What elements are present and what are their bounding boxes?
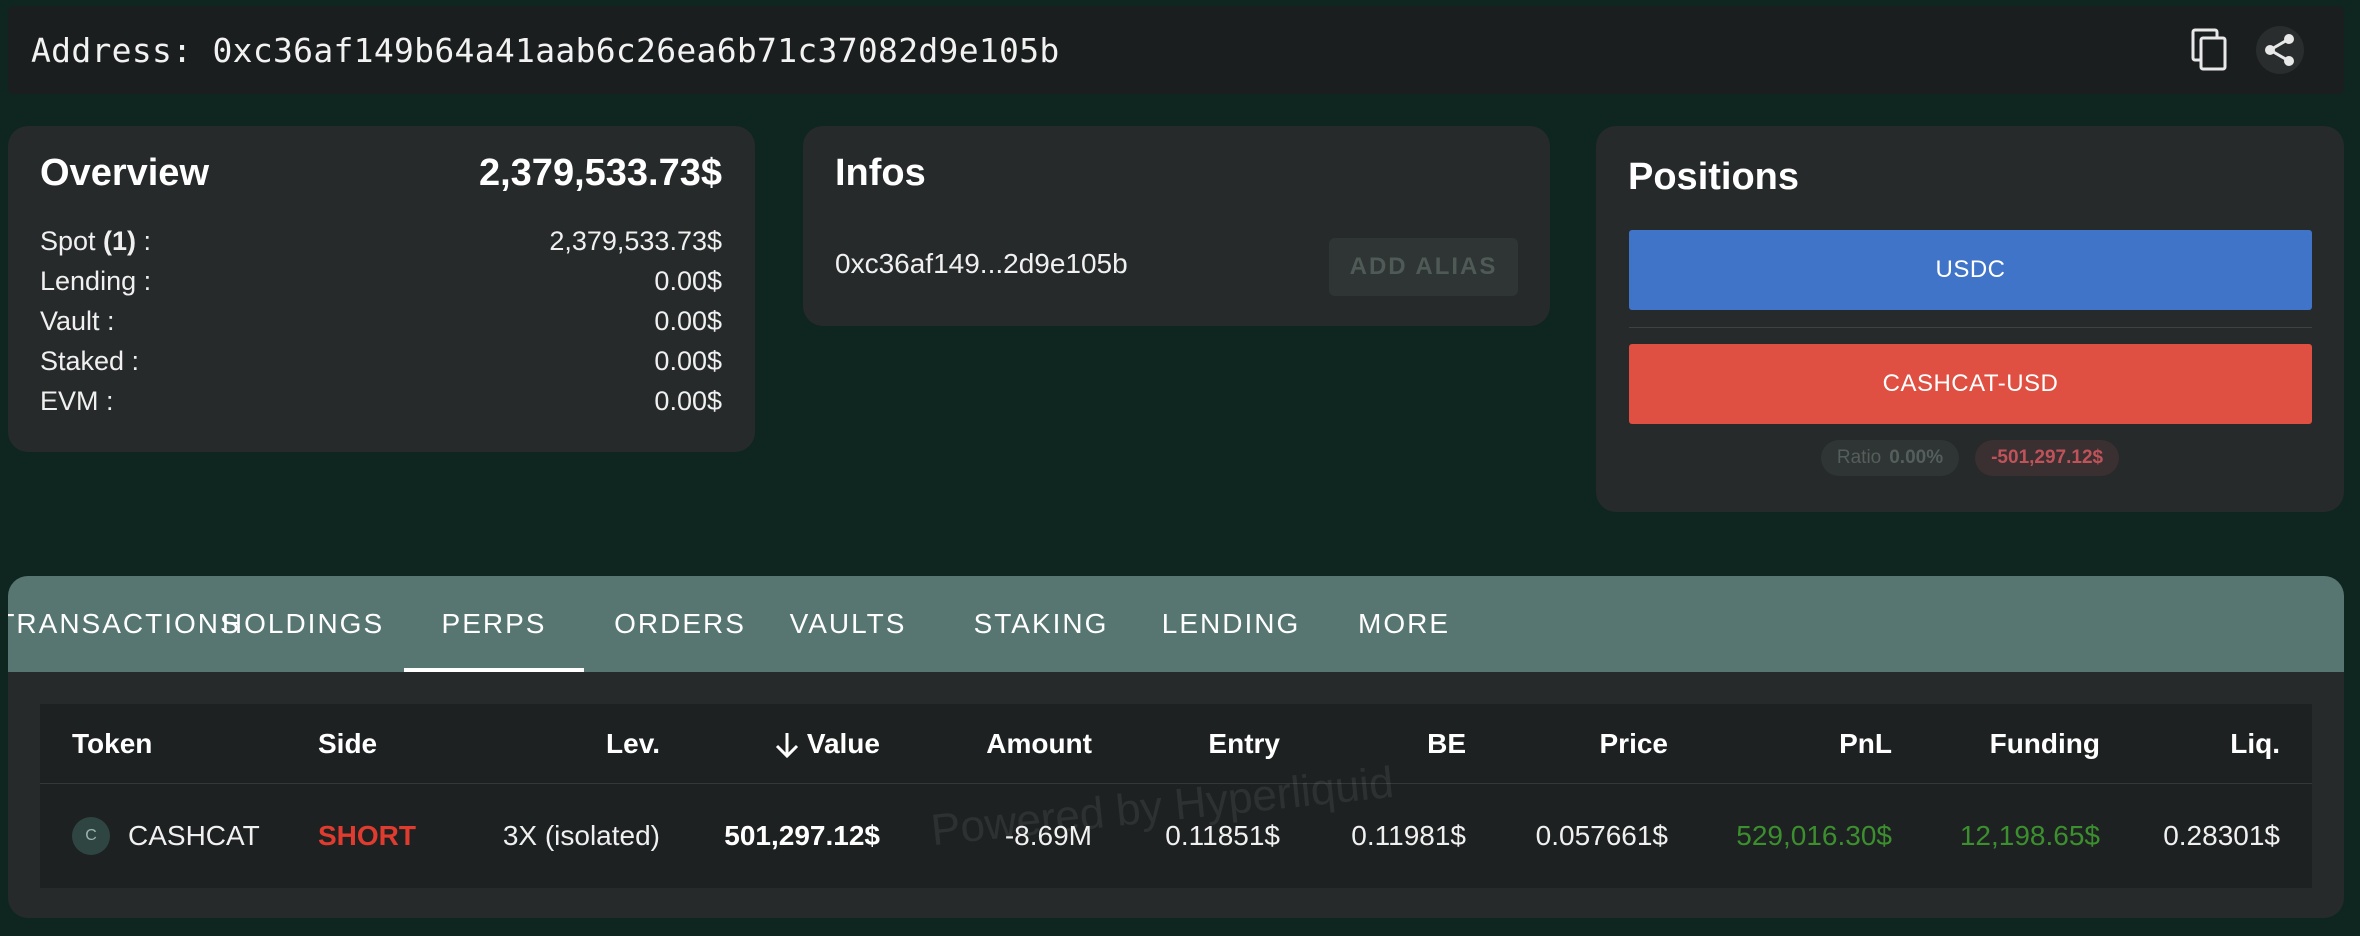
arrow-down-icon xyxy=(773,728,807,761)
column-header-label: Liq. xyxy=(2230,728,2280,759)
tab-transactions[interactable]: TRANSACTIONS xyxy=(8,576,239,672)
token-name[interactable]: CASHCAT xyxy=(128,820,260,852)
cell-be: 0.11981$ xyxy=(1351,820,1466,851)
column-header-value[interactable]: Value xyxy=(680,704,880,784)
column-header-label: Amount xyxy=(986,728,1092,759)
positions-title: Positions xyxy=(1628,156,1800,198)
short-address: 0xc36af149...2d9e105b xyxy=(835,248,1128,279)
column-header-amount[interactable]: Amount xyxy=(892,704,1092,784)
overview-rows: Spot (1) :2,379,533.73$ Lending :0.00$ Vau… xyxy=(40,221,722,421)
column-header-token[interactable]: Token xyxy=(72,704,272,784)
column-header-label: Token xyxy=(72,728,153,759)
tab-holdings[interactable]: HOLDINGS xyxy=(222,576,382,672)
cashcat-position-bar[interactable]: CASHCAT-USD xyxy=(1629,344,2312,424)
overview-row-label: EVM : xyxy=(40,386,114,417)
overview-row: EVM : 0.00$ xyxy=(40,381,722,421)
column-header-pnl[interactable]: PnL xyxy=(1692,704,1892,784)
overview-card: Overview 2,379,533.73$ Spot (1) : 2,379,5… xyxy=(8,126,755,452)
positions-divider xyxy=(1629,327,2312,328)
column-header-price[interactable]: Price xyxy=(1468,704,1669,784)
cell-entry: 0.11851$ xyxy=(1165,820,1280,851)
ratio-value: 0.00% xyxy=(1889,447,1944,468)
overview-label-text: Vault : xyxy=(40,305,115,336)
cell-value: 501,297.12$ xyxy=(724,820,880,851)
overview-row-value: 2,379,533.73$ xyxy=(549,225,722,256)
tab-orders[interactable]: ORDERS xyxy=(600,576,760,672)
overview-row-label: Staked : xyxy=(40,346,139,377)
overview-row-label: Lending : xyxy=(40,266,151,297)
column-header-liq[interactable]: Liq. xyxy=(2080,704,2280,784)
positions-card: Positions USDC CASHCAT-USD Ratio 0.00% -… xyxy=(1596,126,2344,512)
cell-price: 0.057661$ xyxy=(1535,820,1668,851)
overview-row: Spot (1) : 2,379,533.73$ xyxy=(40,221,722,261)
copy-icon[interactable] xyxy=(2186,26,2234,74)
overview-row-value: 0.00$ xyxy=(654,265,722,296)
column-header-label: BE xyxy=(1427,728,1466,759)
column-header-entry[interactable]: Entry xyxy=(1080,704,1280,784)
overview-row: Staked : 0.00$ xyxy=(40,341,722,381)
tab-more[interactable]: MORE xyxy=(1326,576,1482,672)
positions-chips: Ratio 0.00% -501,297.12$ xyxy=(1596,440,2344,476)
overview-row-label: Spot (1) : xyxy=(40,226,151,257)
overview-row: Vault : 0.00$ xyxy=(40,301,722,341)
tab-vaults[interactable]: VAULTS xyxy=(773,576,923,672)
cell-funding: 12,198.65$ xyxy=(1959,820,2100,851)
share-icon[interactable] xyxy=(2256,26,2304,74)
add-alias-button[interactable]: ADD ALIAS xyxy=(1329,238,1518,296)
tab-lending[interactable]: LENDING xyxy=(1153,576,1309,672)
ratio-label: Ratio xyxy=(1836,447,1882,468)
wallet-address: Address: 0xc36af149b64a41aab6c26ea6b71c3… xyxy=(31,30,1060,70)
infos-card: Infos 0xc36af149...2d9e105b ADD ALIAS xyxy=(803,126,1550,326)
net-value-chip: -501,297.12$ xyxy=(1975,440,2120,476)
overview-total: 2,379,533.73$ xyxy=(478,152,722,194)
column-header-be[interactable]: BE xyxy=(1266,704,1466,784)
column-header-lev[interactable]: Lev. xyxy=(460,704,660,784)
token-logo-icon: C xyxy=(72,817,110,855)
cell-token: C CASHCAT xyxy=(72,784,272,888)
column-header-label: Value xyxy=(806,728,880,759)
infos-title: Infos xyxy=(835,152,926,194)
tab-staking[interactable]: STAKING xyxy=(956,576,1126,672)
column-header-label: Lev. xyxy=(606,728,660,759)
column-header-label: Side xyxy=(318,728,378,759)
usdc-position-bar[interactable]: USDC xyxy=(1629,230,2312,310)
overview-label-text: EVM : xyxy=(40,385,114,416)
column-header-label: Price xyxy=(1599,728,1669,759)
overview-label-text: Spot xyxy=(40,225,104,256)
cell-pnl: 529,016.30$ xyxy=(1736,820,1892,851)
cell-lev: 3X (isolated) xyxy=(502,820,660,851)
overview-row-label: Vault : xyxy=(40,306,115,337)
table-header: Token Side Lev. Value Amount Entry BE Price PnL F… xyxy=(40,704,2312,784)
perps-table: Token Side Lev. Value Amount Entry BE Price PnL F… xyxy=(40,704,2312,888)
overview-title: Overview xyxy=(40,152,209,194)
column-header-label: PnL xyxy=(1839,728,1892,759)
tab-bar: TRANSACTIONS HOLDINGS PERPS ORDERS VAULTS STA… xyxy=(8,576,2344,672)
overview-row-value: 0.00$ xyxy=(654,385,722,416)
address-actions xyxy=(2186,26,2304,74)
overview-label-count: (1) xyxy=(103,225,137,256)
cell-liq: 0.28301$ xyxy=(2163,820,2280,851)
tab-perps[interactable]: PERPS xyxy=(404,576,584,672)
overview-row: Lending : 0.00$ xyxy=(40,261,722,301)
overview-row-value: 0.00$ xyxy=(654,305,722,336)
overview-row-value: 0.00$ xyxy=(654,345,722,376)
ratio-chip: Ratio 0.00% xyxy=(1820,440,1960,476)
overview-label-suffix: : xyxy=(136,225,152,256)
table-row[interactable]: C CASHCAT SHORT 3X (isolated) 501,297.12$ -8.… xyxy=(40,784,2312,888)
cell-amount: -8.69M xyxy=(1004,820,1092,851)
tabs-panel: TRANSACTIONS HOLDINGS PERPS ORDERS VAULTS STA… xyxy=(8,576,2344,918)
overview-label-text: Lending : xyxy=(40,265,152,296)
address-bar: Address: 0xc36af149b64a41aab6c26ea6b71c3… xyxy=(8,6,2344,94)
overview-label-text: Staked : xyxy=(40,345,140,376)
column-header-funding[interactable]: Funding xyxy=(1900,704,2100,784)
